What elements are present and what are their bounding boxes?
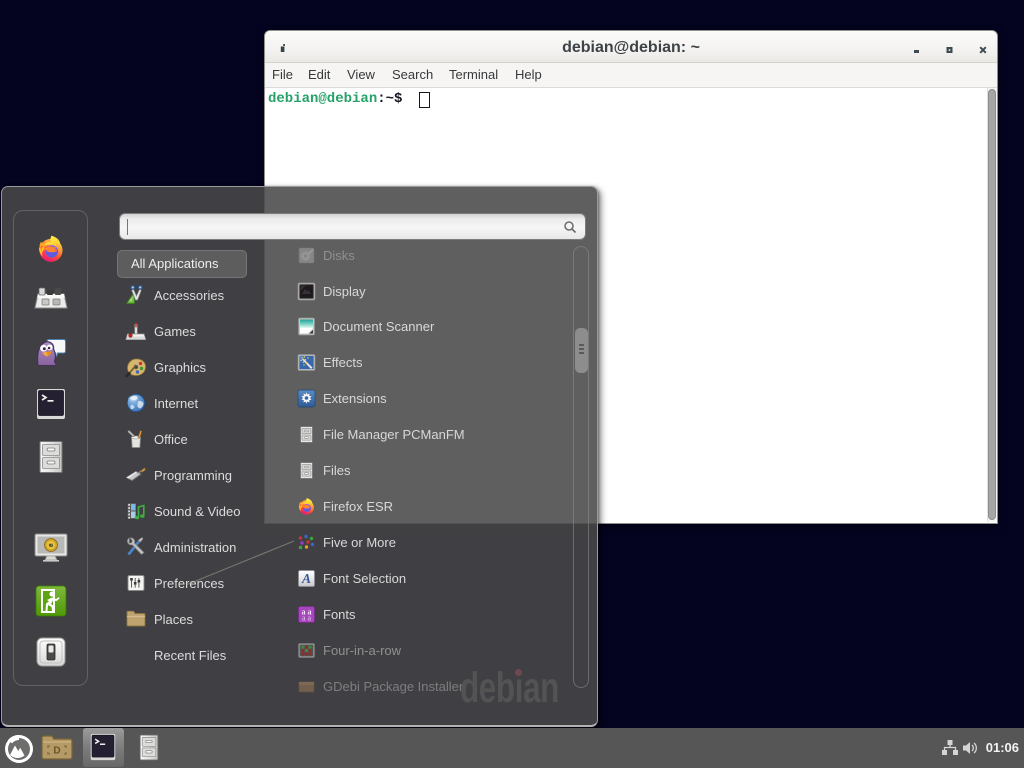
svg-text:?: ?	[49, 544, 53, 550]
svg-text:a a: a a	[302, 614, 312, 623]
svg-text:A: A	[301, 571, 311, 586]
svg-text:D: D	[53, 746, 60, 757]
